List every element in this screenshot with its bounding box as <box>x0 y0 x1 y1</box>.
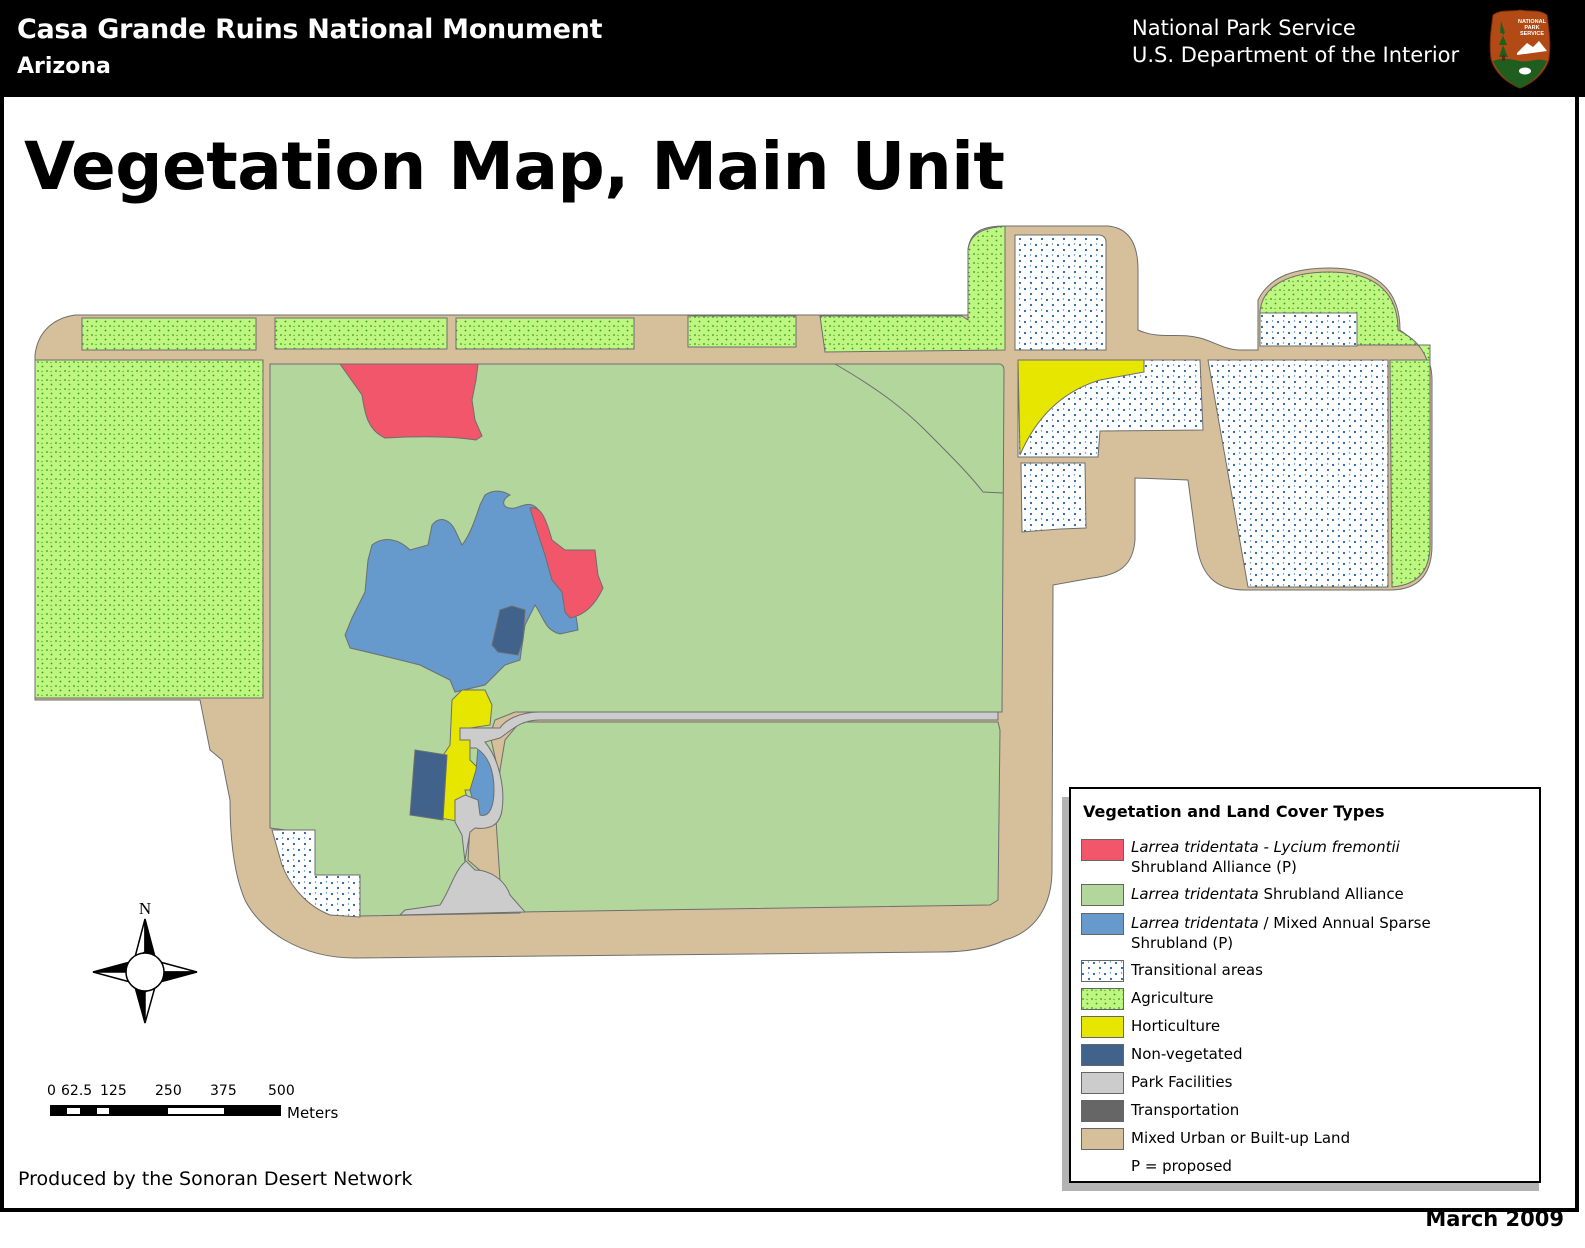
legend-swatch <box>1081 884 1124 906</box>
legend-swatch <box>1081 1072 1124 1094</box>
transitional-north-block <box>1014 234 1107 351</box>
scale-label: 0 <box>47 1083 56 1099</box>
legend: Vegetation and Land Cover Types Larrea t… <box>1069 787 1541 1183</box>
non-vegetated-south <box>409 749 448 821</box>
legend-label: Larrea tridentata / Mixed Annual Sparse <box>1131 914 1431 932</box>
legend-swatch <box>1081 913 1124 935</box>
transitional-northeast-small <box>1259 312 1358 347</box>
legend-label: Agriculture <box>1131 989 1214 1007</box>
larrea-shrubland-south <box>495 721 1001 913</box>
agriculture-strip-3 <box>455 317 635 350</box>
agriculture-strip-5 <box>819 225 1006 353</box>
legend-swatch <box>1081 1016 1124 1038</box>
legend-label-line2: Shrubland (P) <box>1131 934 1234 952</box>
scale-label: 500 <box>268 1083 295 1099</box>
legend-swatch <box>1081 1100 1124 1122</box>
north-arrow-icon: N <box>92 899 198 1024</box>
legend-swatch <box>1081 1128 1124 1150</box>
agriculture-west-field <box>34 359 264 699</box>
legend-label: Transitional areas <box>1131 961 1263 979</box>
legend-label: Horticulture <box>1131 1017 1221 1035</box>
scale-label: 62.5 <box>61 1083 93 1099</box>
map-date: March 2009 <box>1425 1207 1564 1231</box>
agriculture-strip-1 <box>81 317 257 351</box>
legend-swatch <box>1081 988 1124 1010</box>
scale-label: 250 <box>155 1083 182 1099</box>
legend-title: Vegetation and Land Cover Types <box>1083 802 1385 821</box>
legend-label: Transportation <box>1131 1101 1240 1119</box>
legend-label: Non-vegetated <box>1131 1045 1243 1063</box>
scale-unit: Meters <box>287 1104 339 1122</box>
legend-label-line2: Shrubland Alliance (P) <box>1131 858 1297 876</box>
legend-swatch <box>1081 839 1124 861</box>
legend-label: Larrea tridentata Shrubland Alliance <box>1131 885 1404 903</box>
transitional-small-block <box>1020 462 1087 533</box>
compass-north-label: N <box>139 899 151 918</box>
producer-credit: Produced by the Sonoran Desert Network <box>18 1168 413 1190</box>
agriculture-strip-2 <box>274 317 448 350</box>
legend-note-text: P = proposed <box>1131 1157 1232 1175</box>
scale-label: 375 <box>210 1083 237 1099</box>
legend-swatch <box>1081 1044 1124 1066</box>
agriculture-strip-4 <box>687 315 797 348</box>
agriculture-east-strip <box>1389 359 1431 588</box>
legend-label: Park Facilities <box>1131 1073 1233 1091</box>
scale-label: 125 <box>100 1083 127 1099</box>
legend-swatch <box>1081 960 1124 982</box>
scale-bar <box>50 1105 281 1116</box>
legend-label: Larrea tridentata - Lycium fremontii <box>1131 838 1400 856</box>
legend-label: Mixed Urban or Built-up Land <box>1131 1129 1351 1147</box>
